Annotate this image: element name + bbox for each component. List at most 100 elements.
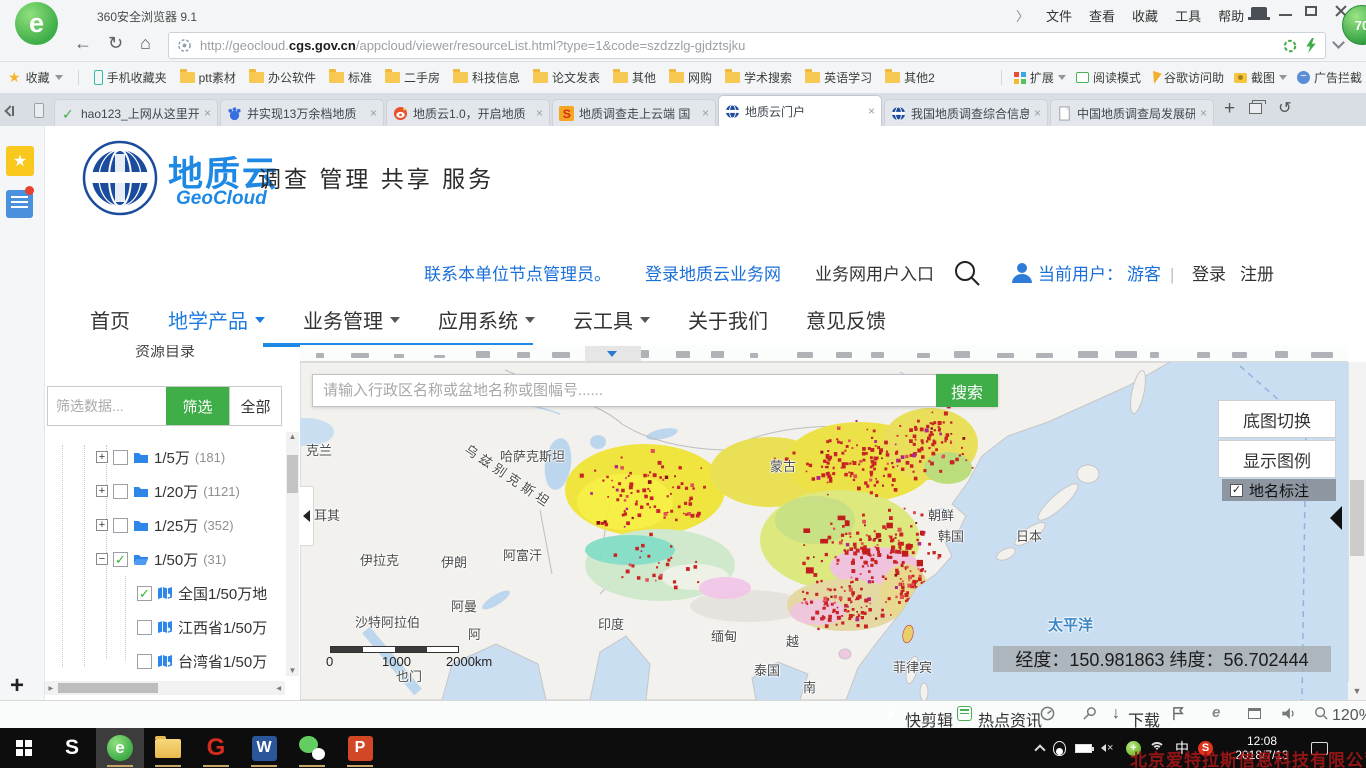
taskbar-app-g[interactable]: G <box>192 728 240 768</box>
pin-tool-icon[interactable] <box>1082 706 1097 721</box>
tool-扩展[interactable]: 扩展 <box>1014 69 1066 86</box>
business-login-link[interactable]: 登录地质云业务网 <box>645 262 781 288</box>
tool-截图[interactable]: 截图 <box>1234 69 1287 86</box>
close-tab-icon[interactable]: × <box>1034 106 1041 120</box>
tray-expand-icon[interactable] <box>1034 744 1045 755</box>
close-tab-icon[interactable]: × <box>1200 106 1207 120</box>
bookmark-item[interactable]: 网购 <box>669 69 712 86</box>
checkbox[interactable] <box>113 450 128 465</box>
refresh-icon[interactable]: ↻ <box>108 33 123 54</box>
tree-node[interactable]: +1/5万(181) <box>45 440 285 474</box>
legend-button[interactable]: 显示图例 <box>1218 440 1336 478</box>
maximize-button[interactable] <box>1305 6 1317 16</box>
bookmark-item[interactable]: 科技信息 <box>453 69 520 86</box>
menu-文件[interactable]: 文件 <box>1046 6 1072 25</box>
hot-news-icon[interactable] <box>957 706 972 721</box>
tree-node[interactable]: −✓1/50万(31) <box>45 542 285 576</box>
bookmark-item[interactable]: 其他 <box>613 69 656 86</box>
mobile-sync-icon[interactable] <box>34 103 44 118</box>
volume-muted-icon[interactable]: × <box>1101 742 1117 754</box>
bookmark-item[interactable]: 其他2 <box>885 69 935 86</box>
checkbox-checked[interactable]: ✓ <box>137 586 152 601</box>
taskbar-360-browser[interactable]: e <box>96 728 144 768</box>
browser-engine-icon[interactable]: e <box>1212 704 1220 721</box>
basemap-switch-button[interactable]: 底图切换 <box>1218 400 1336 438</box>
nav-关于我们[interactable]: 关于我们 <box>688 305 768 334</box>
expand-icon[interactable]: + <box>96 519 108 531</box>
checkbox[interactable] <box>113 518 128 533</box>
collapse-icon[interactable]: − <box>96 553 108 565</box>
menu-查看[interactable]: 查看 <box>1089 6 1115 25</box>
tree-node[interactable]: 江西省1/50万 <box>45 610 285 644</box>
scroll-down-button[interactable]: ▼ <box>1348 682 1366 700</box>
nav-应用系统[interactable]: 应用系统 <box>438 305 535 334</box>
taskbar-app-s[interactable]: S <box>48 728 96 768</box>
menu-收藏[interactable]: 收藏 <box>1132 6 1158 25</box>
battery-icon[interactable] <box>1075 744 1092 753</box>
speed-mode-icon[interactable] <box>1305 38 1317 53</box>
tab-地质调查走上云端 国[interactable]: S地质调查走上云端 国× <box>552 99 716 126</box>
bookmark-item[interactable]: 论文发表 <box>533 69 600 86</box>
close-tab-icon[interactable]: × <box>536 106 543 120</box>
map-search-input[interactable] <box>312 374 936 407</box>
flag-report-icon[interactable] <box>1172 706 1187 721</box>
tab-地质云门户[interactable]: 地质云门户× <box>718 95 882 126</box>
nav-地学产品[interactable]: 地学产品 <box>168 305 265 334</box>
site-info-icon[interactable] <box>177 38 192 53</box>
taskbar-file-explorer[interactable] <box>144 728 192 768</box>
tab-并实现13万余档地质[interactable]: 并实现13万余档地质× <box>220 99 384 126</box>
page-scrollbar-thumb[interactable] <box>1350 480 1364 556</box>
taskbar-word[interactable]: W <box>240 728 288 768</box>
all-button[interactable]: 全部 <box>229 387 281 425</box>
qq-tray-icon[interactable] <box>1053 741 1066 756</box>
speed-test-icon[interactable] <box>1040 706 1055 721</box>
business-entry-link[interactable]: 业务网用户入口 <box>815 262 934 288</box>
bookmark-item[interactable]: 办公软件 <box>249 69 316 86</box>
tool-阅读模式[interactable]: 阅读模式 <box>1076 69 1141 86</box>
login-link[interactable]: 登录 <box>1192 262 1226 288</box>
bookmark-item[interactable]: 标准 <box>329 69 372 86</box>
home-icon[interactable]: ⌂ <box>140 33 151 54</box>
checkbox-checked[interactable]: ✓ <box>113 552 128 567</box>
address-bar[interactable]: http://geocloud.cgs.gov.cn/appcloud/view… <box>168 32 1326 59</box>
tree-node[interactable]: +1/25万(352) <box>45 508 285 542</box>
tree-node[interactable]: +1/20万(1121) <box>45 474 285 508</box>
expand-icon[interactable]: + <box>96 451 108 463</box>
scroll-left-icon[interactable]: ▲ <box>46 684 55 692</box>
back-icon[interactable]: ← <box>74 33 92 54</box>
bookmark-item[interactable]: 英语学习 <box>805 69 872 86</box>
scroll-right-icon[interactable]: ▼ <box>275 684 284 692</box>
tab-中国地质调查局发展研[interactable]: 中国地质调查局发展研× <box>1050 99 1214 126</box>
menu-overflow-arrow[interactable]: 〉 <box>1016 6 1029 25</box>
nav-云工具[interactable]: 云工具 <box>573 305 650 334</box>
map-search-button[interactable]: 搜索 <box>936 374 998 407</box>
nav-首页[interactable]: 首页 <box>90 305 130 334</box>
place-label-toggle[interactable]: ✓ 地名标注 <box>1222 479 1336 501</box>
bookmark-item[interactable]: 二手房 <box>385 69 440 86</box>
tab-list-icon[interactable] <box>12 106 22 116</box>
close-tab-icon[interactable]: × <box>370 106 377 120</box>
mute-page-icon[interactable] <box>1280 706 1296 721</box>
checkbox-checked[interactable]: ✓ <box>1230 484 1243 497</box>
taskbar-powerpoint[interactable]: P <box>336 728 384 768</box>
taskbar-wechat[interactable] <box>288 728 336 768</box>
toolbar-active-tool[interactable] <box>585 346 641 361</box>
favorites-button[interactable]: ★ 收藏 <box>8 69 63 86</box>
scroll-down-icon[interactable]: ▼ <box>286 666 299 675</box>
filter-input[interactable] <box>48 387 166 425</box>
checkbox[interactable] <box>137 620 152 635</box>
close-tab-icon[interactable]: × <box>204 106 211 120</box>
collapse-right-panel-icon[interactable] <box>1330 506 1342 530</box>
taskbar-start-button[interactable] <box>0 728 48 768</box>
tab-地质云1.0，开启地质[interactable]: 地质云1.0，开启地质× <box>386 99 550 126</box>
tab-我国地质调查综合信息[interactable]: 我国地质调查综合信息× <box>884 99 1048 126</box>
tree-node[interactable]: 台湾省1/50万 <box>45 644 285 672</box>
checkbox[interactable] <box>137 654 152 669</box>
bookmark-item[interactable]: 学术搜索 <box>725 69 792 86</box>
nav-意见反馈[interactable]: 意见反馈 <box>806 305 886 334</box>
tool-广告拦截[interactable]: −广告拦截 <box>1297 69 1362 86</box>
search-icon[interactable] <box>952 258 982 288</box>
window-mode-icon[interactable] <box>1248 708 1261 719</box>
close-tab-icon[interactable]: × <box>868 104 875 118</box>
minimize-button[interactable] <box>1279 14 1292 16</box>
